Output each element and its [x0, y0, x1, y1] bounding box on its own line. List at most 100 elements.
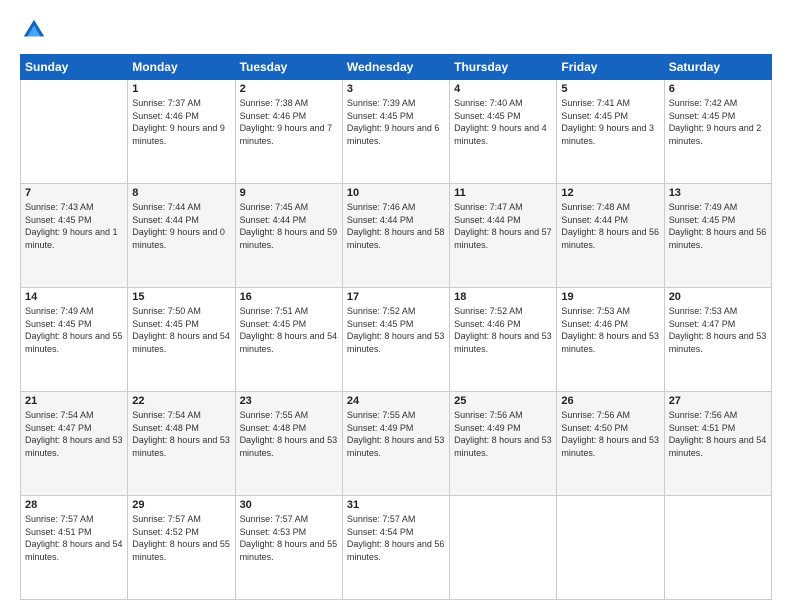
day-number: 4 — [454, 83, 552, 95]
day-number: 12 — [561, 187, 659, 199]
calendar-cell: 28Sunrise: 7:57 AMSunset: 4:51 PMDayligh… — [21, 496, 128, 600]
day-number: 22 — [132, 395, 230, 407]
day-number: 2 — [240, 83, 338, 95]
day-number: 18 — [454, 291, 552, 303]
weekday-header-monday: Monday — [128, 55, 235, 80]
calendar-cell: 24 Sunrise: 7:55 AMSunset: 4:49 PMDayligh… — [342, 392, 449, 496]
day-info: Sunrise: 7:37 AMSunset: 4:46 PMDaylight:… — [132, 97, 230, 147]
calendar-cell: 30 Sunrise: 7:57 AMSunset: 4:53 PMDayligh… — [235, 496, 342, 600]
day-info: Sunrise: 7:57 AMSunset: 4:51 PMDaylight:… — [25, 513, 123, 563]
header — [20, 16, 772, 44]
calendar-cell: 5 Sunrise: 7:41 AMSunset: 4:45 PMDaylight… — [557, 80, 664, 184]
day-info: Sunrise: 7:42 AMSunset: 4:45 PMDaylight:… — [669, 97, 767, 147]
day-info: Sunrise: 7:50 AMSunset: 4:45 PMDaylight:… — [132, 305, 230, 355]
day-number: 23 — [240, 395, 338, 407]
calendar-cell: 9 Sunrise: 7:45 AMSunset: 4:44 PMDaylight… — [235, 184, 342, 288]
calendar-cell: 27Sunrise: 7:56 AMSunset: 4:51 PMDayligh… — [664, 392, 771, 496]
calendar-cell: 18 Sunrise: 7:52 AMSunset: 4:46 PMDayligh… — [450, 288, 557, 392]
calendar-cell: 23 Sunrise: 7:55 AMSunset: 4:48 PMDayligh… — [235, 392, 342, 496]
day-info: Sunrise: 7:57 AMSunset: 4:54 PMDaylight:… — [347, 513, 445, 563]
logo — [20, 16, 52, 44]
calendar-cell: 2 Sunrise: 7:38 AMSunset: 4:46 PMDaylight… — [235, 80, 342, 184]
calendar-cell: 3Sunrise: 7:39 AMSunset: 4:45 PMDaylight… — [342, 80, 449, 184]
day-info: Sunrise: 7:51 AMSunset: 4:45 PMDaylight:… — [240, 305, 338, 355]
day-info: Sunrise: 7:56 AMSunset: 4:49 PMDaylight:… — [454, 409, 552, 459]
day-info: Sunrise: 7:52 AMSunset: 4:45 PMDaylight:… — [347, 305, 445, 355]
day-number: 10 — [347, 187, 445, 199]
calendar-cell: 11Sunrise: 7:47 AMSunset: 4:44 PMDayligh… — [450, 184, 557, 288]
day-number: 29 — [132, 499, 230, 511]
day-number: 26 — [561, 395, 659, 407]
week-row-3: 21 Sunrise: 7:54 AMSunset: 4:47 PMDayligh… — [21, 392, 772, 496]
day-number: 15 — [132, 291, 230, 303]
calendar-cell: 12 Sunrise: 7:48 AMSunset: 4:44 PMDayligh… — [557, 184, 664, 288]
calendar-cell: 10 Sunrise: 7:46 AMSunset: 4:44 PMDayligh… — [342, 184, 449, 288]
day-info: Sunrise: 7:44 AMSunset: 4:44 PMDaylight:… — [132, 201, 230, 251]
calendar-cell — [664, 496, 771, 600]
weekday-header-friday: Friday — [557, 55, 664, 80]
calendar-cell: 1Sunrise: 7:37 AMSunset: 4:46 PMDaylight… — [128, 80, 235, 184]
day-info: Sunrise: 7:39 AMSunset: 4:45 PMDaylight:… — [347, 97, 445, 147]
calendar-cell — [21, 80, 128, 184]
day-info: Sunrise: 7:55 AMSunset: 4:49 PMDaylight:… — [347, 409, 445, 459]
day-number: 19 — [561, 291, 659, 303]
weekday-header-sunday: Sunday — [21, 55, 128, 80]
weekday-header-tuesday: Tuesday — [235, 55, 342, 80]
day-number: 21 — [25, 395, 123, 407]
day-number: 7 — [25, 187, 123, 199]
day-info: Sunrise: 7:52 AMSunset: 4:46 PMDaylight:… — [454, 305, 552, 355]
day-number: 16 — [240, 291, 338, 303]
day-number: 5 — [561, 83, 659, 95]
day-info: Sunrise: 7:46 AMSunset: 4:44 PMDaylight:… — [347, 201, 445, 251]
day-info: Sunrise: 7:41 AMSunset: 4:45 PMDaylight:… — [561, 97, 659, 147]
day-info: Sunrise: 7:57 AMSunset: 4:52 PMDaylight:… — [132, 513, 230, 563]
day-info: Sunrise: 7:48 AMSunset: 4:44 PMDaylight:… — [561, 201, 659, 251]
day-info: Sunrise: 7:56 AMSunset: 4:50 PMDaylight:… — [561, 409, 659, 459]
day-info: Sunrise: 7:53 AMSunset: 4:47 PMDaylight:… — [669, 305, 767, 355]
calendar-cell: 31Sunrise: 7:57 AMSunset: 4:54 PMDayligh… — [342, 496, 449, 600]
day-info: Sunrise: 7:57 AMSunset: 4:53 PMDaylight:… — [240, 513, 338, 563]
day-info: Sunrise: 7:54 AMSunset: 4:47 PMDaylight:… — [25, 409, 123, 459]
page: SundayMondayTuesdayWednesdayThursdayFrid… — [0, 0, 792, 612]
calendar-cell: 13 Sunrise: 7:49 AMSunset: 4:45 PMDayligh… — [664, 184, 771, 288]
weekday-header-wednesday: Wednesday — [342, 55, 449, 80]
calendar-cell: 4 Sunrise: 7:40 AMSunset: 4:45 PMDaylight… — [450, 80, 557, 184]
day-info: Sunrise: 7:49 AMSunset: 4:45 PMDaylight:… — [25, 305, 123, 355]
calendar-cell — [450, 496, 557, 600]
week-row-0: 1Sunrise: 7:37 AMSunset: 4:46 PMDaylight… — [21, 80, 772, 184]
calendar-cell: 14 Sunrise: 7:49 AMSunset: 4:45 PMDayligh… — [21, 288, 128, 392]
day-number: 17 — [347, 291, 445, 303]
week-row-4: 28Sunrise: 7:57 AMSunset: 4:51 PMDayligh… — [21, 496, 772, 600]
day-number: 30 — [240, 499, 338, 511]
weekday-header-row: SundayMondayTuesdayWednesdayThursdayFrid… — [21, 55, 772, 80]
calendar-table: SundayMondayTuesdayWednesdayThursdayFrid… — [20, 54, 772, 600]
day-info: Sunrise: 7:47 AMSunset: 4:44 PMDaylight:… — [454, 201, 552, 251]
day-info: Sunrise: 7:53 AMSunset: 4:46 PMDaylight:… — [561, 305, 659, 355]
day-number: 13 — [669, 187, 767, 199]
day-info: Sunrise: 7:45 AMSunset: 4:44 PMDaylight:… — [240, 201, 338, 251]
day-info: Sunrise: 7:49 AMSunset: 4:45 PMDaylight:… — [669, 201, 767, 251]
day-number: 24 — [347, 395, 445, 407]
calendar-cell — [557, 496, 664, 600]
day-number: 25 — [454, 395, 552, 407]
day-info: Sunrise: 7:38 AMSunset: 4:46 PMDaylight:… — [240, 97, 338, 147]
calendar-cell: 7Sunrise: 7:43 AMSunset: 4:45 PMDaylight… — [21, 184, 128, 288]
calendar-cell: 22 Sunrise: 7:54 AMSunset: 4:48 PMDayligh… — [128, 392, 235, 496]
calendar-cell: 20 Sunrise: 7:53 AMSunset: 4:47 PMDayligh… — [664, 288, 771, 392]
day-number: 8 — [132, 187, 230, 199]
day-info: Sunrise: 7:54 AMSunset: 4:48 PMDaylight:… — [132, 409, 230, 459]
calendar-cell: 17 Sunrise: 7:52 AMSunset: 4:45 PMDayligh… — [342, 288, 449, 392]
calendar-cell: 29 Sunrise: 7:57 AMSunset: 4:52 PMDayligh… — [128, 496, 235, 600]
day-info: Sunrise: 7:55 AMSunset: 4:48 PMDaylight:… — [240, 409, 338, 459]
day-info: Sunrise: 7:40 AMSunset: 4:45 PMDaylight:… — [454, 97, 552, 147]
day-number: 6 — [669, 83, 767, 95]
calendar-cell: 16 Sunrise: 7:51 AMSunset: 4:45 PMDayligh… — [235, 288, 342, 392]
day-number: 9 — [240, 187, 338, 199]
day-number: 20 — [669, 291, 767, 303]
logo-icon — [20, 16, 48, 44]
week-row-2: 14 Sunrise: 7:49 AMSunset: 4:45 PMDayligh… — [21, 288, 772, 392]
weekday-header-saturday: Saturday — [664, 55, 771, 80]
week-row-1: 7Sunrise: 7:43 AMSunset: 4:45 PMDaylight… — [21, 184, 772, 288]
day-number: 14 — [25, 291, 123, 303]
calendar-cell: 25 Sunrise: 7:56 AMSunset: 4:49 PMDayligh… — [450, 392, 557, 496]
